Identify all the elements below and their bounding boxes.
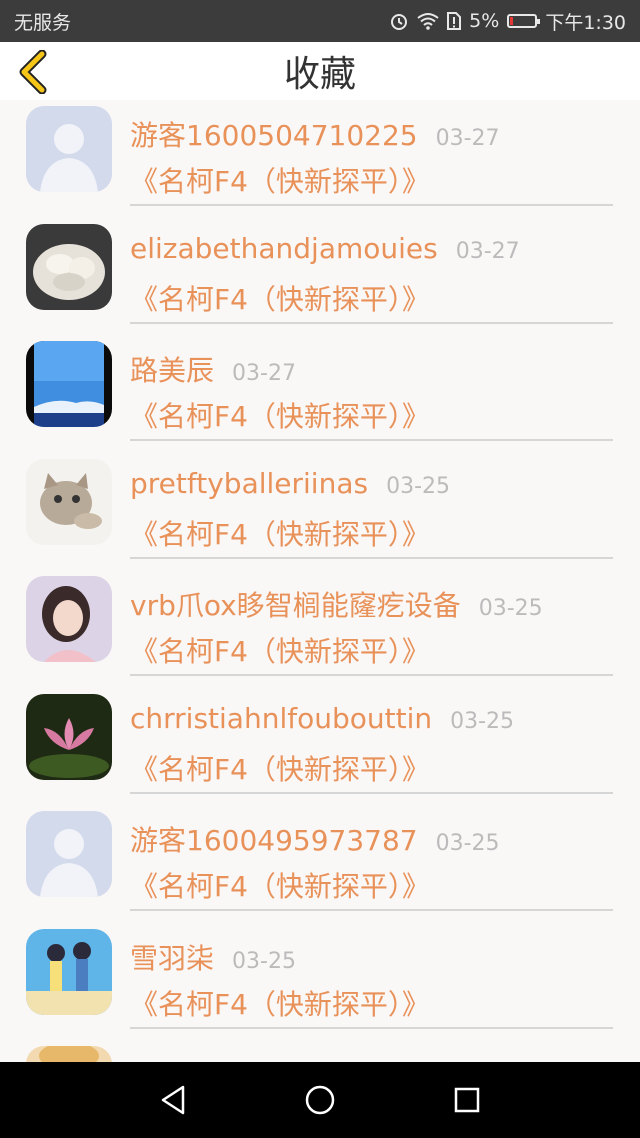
default-person-icon	[26, 106, 112, 192]
square-recents-icon	[454, 1087, 479, 1113]
list-item[interactable]: 游客1600495973787 03-25 《名柯F4（快新探平）》	[0, 805, 640, 923]
list-item[interactable]: chrristiahnlfoubouttin 03-25 《名柯F4（快新探平）…	[0, 688, 640, 806]
anime-couple-image	[26, 928, 112, 1015]
user-name: chrristiahnlfoubouttin	[130, 701, 433, 735]
avatar[interactable]	[26, 693, 112, 780]
divider	[130, 1026, 613, 1029]
girl-portrait-image	[26, 576, 112, 662]
sim-alert-icon	[447, 12, 462, 30]
avatar[interactable]	[26, 1046, 112, 1062]
work-title[interactable]: 《名柯F4（快新探平）》	[130, 630, 430, 670]
status-icons: 5% 下午1:30	[389, 8, 626, 35]
avatar[interactable]	[26, 811, 112, 897]
date-label: 03-25	[450, 708, 515, 734]
user-name: pretftyballeriinas	[130, 466, 369, 500]
avatar[interactable]	[26, 223, 112, 310]
date-label: 03-27	[232, 361, 296, 386]
alarm-icon	[391, 14, 408, 30]
clock-text: 下午1:30	[545, 11, 626, 34]
chevron-left-icon	[19, 49, 47, 95]
work-title[interactable]: 《名柯F4（快新探平）》	[130, 278, 430, 318]
nav-back-button[interactable]	[153, 1080, 193, 1120]
battery-percent: 5%	[469, 10, 500, 32]
circle-home-icon	[305, 1085, 335, 1115]
back-button[interactable]	[14, 49, 54, 95]
list-item[interactable]: vrb爪ox眵智榈能窿疙设备 03-25 《名柯F4（快新探平）》	[0, 570, 640, 688]
nav-recents-button[interactable]	[447, 1080, 487, 1120]
list-item[interactable]: 游客1600504710225 03-27 《名柯F4（快新探平）》	[0, 100, 640, 218]
user-name: 游客1600504710225	[130, 119, 418, 152]
sky-image	[26, 341, 112, 427]
white-flower-image	[26, 223, 112, 310]
date-label: 03-25	[435, 831, 500, 856]
date-label: 03-25	[232, 948, 296, 974]
work-title[interactable]: 《名柯F4（快新探平）》	[130, 983, 430, 1023]
nav-home-button[interactable]	[300, 1080, 340, 1120]
user-name: 雪羽柒	[130, 941, 215, 975]
divider	[130, 321, 613, 324]
date-label: 03-27	[435, 126, 500, 151]
carrier-text: 无服务	[14, 11, 72, 34]
date-label: 03-25	[478, 596, 543, 621]
date-label: 03-25	[386, 473, 451, 499]
divider	[130, 439, 613, 441]
list-item[interactable]: pretftyballeriinas 03-25 《名柯F4（快新探平）》	[0, 453, 640, 571]
kitten-image	[26, 458, 112, 545]
divider	[130, 204, 613, 206]
list-item[interactable]: 雪羽柒 03-25 《名柯F4（快新探平）》	[0, 923, 640, 1041]
avatar[interactable]	[26, 106, 112, 192]
list-item-partial[interactable]	[0, 1040, 640, 1062]
list-item[interactable]: elizabethandjamouies 03-27 《名柯F4（快新探平）》	[0, 218, 640, 336]
title-bar: 收藏	[0, 42, 640, 100]
favorites-list[interactable]: 游客1600504710225 03-27 《名柯F4（快新探平）》 eliza…	[0, 100, 640, 1062]
user-name: elizabethandjamouies	[130, 231, 438, 265]
list-item[interactable]: 路美辰 03-27 《名柯F4（快新探平）》	[0, 335, 640, 453]
user-name: 游客1600495973787	[130, 824, 418, 857]
divider	[130, 556, 613, 559]
divider	[130, 909, 613, 911]
system-nav-bar	[0, 1062, 640, 1138]
lotus-image	[26, 693, 112, 780]
divider	[130, 791, 613, 794]
battery-icon	[507, 14, 541, 28]
work-title[interactable]: 《名柯F4（快新探平）》	[130, 748, 430, 788]
avatar[interactable]	[26, 576, 112, 662]
user-name: vrb爪ox眵智榈能窿疙设备	[130, 589, 461, 622]
default-person-icon	[26, 811, 112, 897]
divider	[130, 674, 613, 676]
work-title[interactable]: 《名柯F4（快新探平）》	[130, 513, 430, 553]
partial-avatar-image	[26, 1046, 112, 1062]
avatar[interactable]	[26, 341, 112, 427]
triangle-back-icon	[162, 1085, 185, 1115]
page-title: 收藏	[283, 54, 356, 95]
status-bar: 无服务 5% 下午1:30	[0, 0, 640, 42]
wifi-icon	[417, 13, 439, 30]
avatar[interactable]	[26, 458, 112, 545]
work-title[interactable]: 《名柯F4（快新探平）》	[130, 395, 430, 435]
user-name: 路美辰	[130, 354, 215, 387]
date-label: 03-27	[455, 238, 520, 264]
work-title[interactable]: 《名柯F4（快新探平）》	[130, 160, 430, 200]
work-title[interactable]: 《名柯F4（快新探平）》	[130, 865, 430, 905]
avatar[interactable]	[26, 928, 112, 1015]
